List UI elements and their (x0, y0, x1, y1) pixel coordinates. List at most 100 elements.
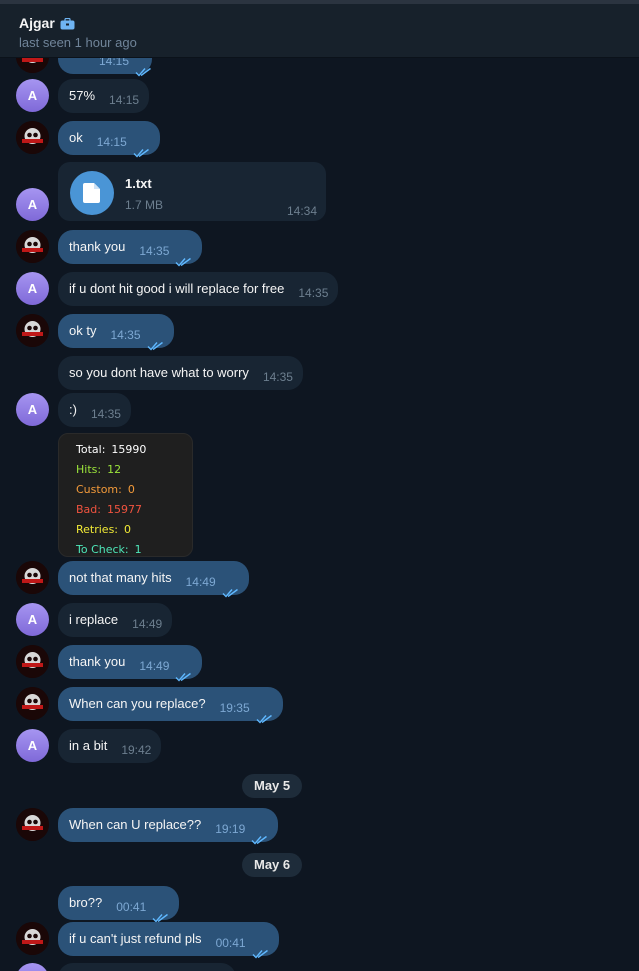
stats-label: Total: (76, 443, 106, 456)
stats-value: 1 (134, 543, 142, 556)
message-time: 19:42 (121, 743, 152, 757)
read-checkmarks-icon (135, 58, 152, 77)
stats-row-hits: Hits: 12 (76, 463, 192, 483)
last-seen-status: last seen 1 hour ago (19, 35, 137, 50)
message-text: i replace (69, 612, 119, 627)
my-avatar[interactable] (16, 58, 49, 73)
my-avatar[interactable] (16, 808, 49, 841)
read-checkmarks-icon (256, 703, 273, 724)
message-time: 14:49 (132, 617, 163, 631)
message-text: When can you replace? (69, 696, 206, 711)
contact-avatar[interactable]: A (16, 188, 49, 221)
message-time: 14:35 (110, 328, 141, 342)
message-bubble-outgoing[interactable]: ok 14:15 (58, 121, 160, 158)
message-text: not that many hits (69, 570, 172, 585)
message-time: 14:35 (90, 407, 121, 421)
message-time: 00:41 (116, 900, 147, 914)
message-time: 14:15 (109, 93, 140, 107)
date-separator: May 5 (242, 774, 303, 798)
contact-name[interactable]: Ajgar (19, 15, 75, 31)
stats-row-tocheck: To Check: 1 (76, 543, 192, 563)
message-bubble-outgoing[interactable]: ok ty 14:35 (58, 314, 174, 351)
message-time: 14:35 (262, 370, 293, 384)
my-avatar[interactable] (16, 687, 49, 720)
stats-value: 15977 (106, 503, 142, 516)
message-bubble-outgoing[interactable]: When can U replace?? 19:19 (58, 808, 279, 845)
stats-label: Custom: (76, 483, 122, 496)
message-text: ok ty (69, 323, 97, 338)
stats-screenshot[interactable]: Total: 15990 Hits: 12 Custom: 0 Bad: 15977 R… (58, 433, 193, 557)
document-icon[interactable] (70, 171, 114, 215)
message-bubble-outgoing[interactable]: not that many hits 14:49 (58, 561, 249, 598)
contact-avatar[interactable]: A (16, 272, 49, 305)
contact-avatar[interactable] (16, 963, 49, 971)
message-bubble-outgoing[interactable]: 14:15 (58, 58, 152, 77)
stats-value: 15990 (111, 443, 147, 456)
message-bubble-incoming[interactable]: i replace 14:49 (58, 603, 173, 637)
read-checkmarks-icon (222, 577, 239, 598)
my-avatar[interactable] (16, 230, 49, 263)
contact-name-text: Ajgar (19, 15, 55, 31)
message-time: 14:34 (286, 204, 317, 218)
read-checkmarks-icon (175, 246, 192, 267)
message-bubble-outgoing[interactable]: thank you 14:49 (58, 645, 203, 682)
file-name: 1.txt (125, 176, 152, 191)
message-list[interactable]: 14:15 A 57% 14:15 ok 14:15 A 1.txt 1.7 M… (0, 58, 639, 971)
stats-row-bad: Bad: 15977 (76, 503, 192, 523)
message-time: 19:19 (215, 822, 246, 836)
my-avatar[interactable] (16, 922, 49, 955)
read-checkmarks-icon (175, 661, 192, 682)
message-text: ok (69, 130, 83, 145)
message-text: thank you (69, 239, 126, 254)
my-avatar[interactable] (16, 561, 49, 594)
message-bubble-outgoing[interactable]: if u can't just refund pls 00:41 (58, 922, 279, 959)
message-text: if u dont hit good i will replace for fr… (69, 281, 285, 296)
message-time: 14:49 (185, 575, 216, 589)
message-bubble-incoming[interactable]: 57% 14:15 (58, 79, 150, 113)
read-checkmarks-icon (133, 137, 150, 158)
message-bubble-outgoing[interactable]: When can you replace? 19:35 (58, 687, 283, 724)
file-attachment[interactable]: 1.txt 1.7 MB 14:34 (58, 162, 326, 221)
read-checkmarks-icon (252, 938, 269, 959)
message-time: 14:49 (139, 659, 170, 673)
contact-avatar[interactable]: A (16, 603, 49, 636)
message-bubble-outgoing[interactable]: thank you 14:35 (58, 230, 203, 267)
my-avatar[interactable] (16, 314, 49, 347)
stats-value: 0 (124, 523, 132, 536)
message-bubble-incoming[interactable]: if u dont hit good i will replace for fr… (58, 272, 339, 306)
stats-row-total: Total: 15990 (76, 443, 192, 463)
message-time: 19:35 (219, 701, 250, 715)
file-size: 1.7 MB (125, 198, 164, 212)
briefcase-icon (60, 17, 75, 30)
message-text: :) (69, 402, 77, 417)
message-time: 14:15 (99, 58, 130, 68)
my-avatar[interactable] (16, 121, 49, 154)
contact-avatar[interactable]: A (16, 393, 49, 426)
message-bubble-incoming[interactable]: in a bit 19:42 (58, 729, 162, 763)
contact-avatar[interactable]: A (16, 729, 49, 762)
message-bubble-outgoing[interactable]: bro?? 00:41 (58, 886, 180, 923)
stats-label: Bad: (76, 503, 101, 516)
message-text: in a bit (69, 738, 108, 753)
read-checkmarks-icon (147, 330, 164, 351)
stats-label: Hits: (76, 463, 102, 476)
contact-avatar[interactable]: A (16, 79, 49, 112)
stats-label: Retries: (76, 523, 119, 536)
message-time: 14:15 (96, 135, 127, 149)
message-time: 00:41 (215, 936, 246, 950)
message-bubble-incoming[interactable]: so you dont have what to worry 14:35 (58, 356, 303, 390)
stats-row-custom: Custom: 0 (76, 483, 192, 503)
stats-value: 12 (107, 463, 122, 476)
message-bubble-incoming[interactable] (58, 963, 236, 971)
read-checkmarks-icon (251, 824, 268, 845)
stats-value: 0 (127, 483, 135, 496)
my-avatar[interactable] (16, 645, 49, 678)
read-checkmarks-icon (152, 902, 169, 923)
message-text: bro?? (69, 895, 103, 910)
stats-label: To Check: (76, 543, 129, 556)
message-text: 57% (69, 88, 96, 103)
chat-header[interactable]: Ajgar last seen 1 hour ago (0, 0, 639, 58)
message-bubble-incoming[interactable]: :) 14:35 (58, 393, 131, 427)
message-text: so you dont have what to worry (69, 365, 249, 380)
message-text: When can U replace?? (69, 817, 202, 832)
